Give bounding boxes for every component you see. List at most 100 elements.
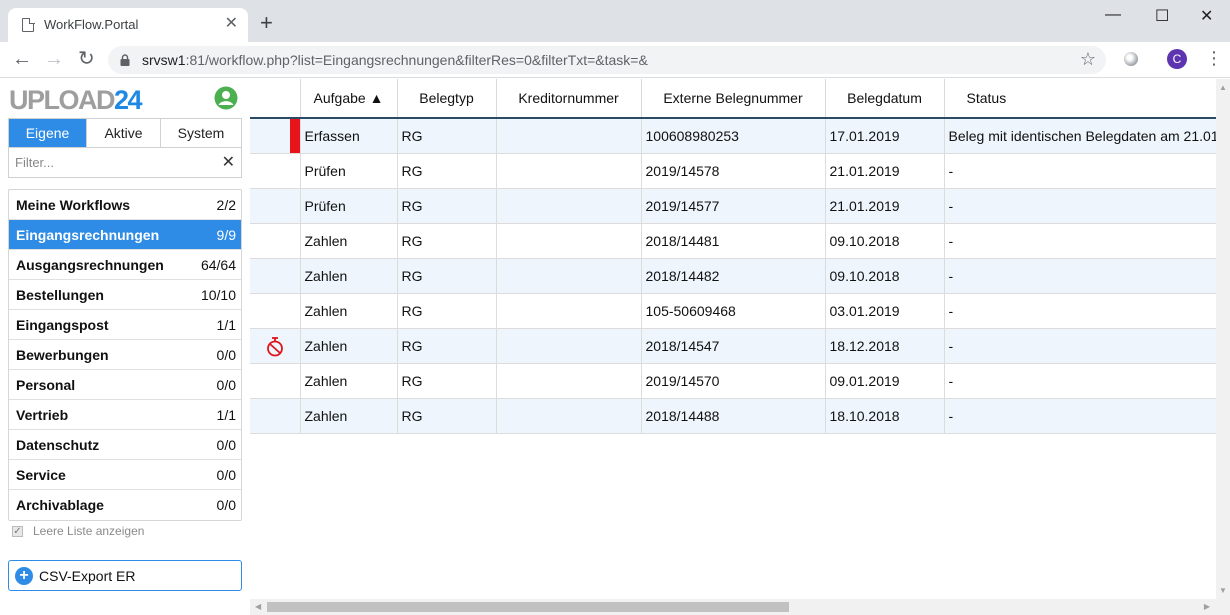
tab-aktive[interactable]: Aktive: [87, 119, 161, 147]
workflow-item-archivablage[interactable]: Archivablage 0/0: [9, 490, 241, 520]
cell-creditor: [496, 223, 642, 259]
table-row[interactable]: Zahlen RG 2018/14482 09.10.2018 -: [250, 258, 1216, 294]
row-marker: [250, 118, 301, 154]
workflow-item-datenschutz[interactable]: Datenschutz 0/0: [9, 430, 241, 460]
cell-type: RG: [397, 363, 497, 399]
cell-ext: 2018/14547: [641, 328, 826, 364]
window-close-icon[interactable]: ✕: [1200, 6, 1213, 26]
row-marker: [250, 258, 301, 294]
cell-creditor: [496, 363, 642, 399]
stopwatch-icon: [267, 336, 283, 356]
scroll-up-icon[interactable]: ▲: [1219, 83, 1227, 92]
table-row[interactable]: Zahlen RG 2019/14570 09.01.2019 -: [250, 363, 1216, 399]
cell-status: -: [944, 293, 1216, 329]
url-text: srvsw1:81/workflow.php?list=Eingangsrech…: [142, 52, 648, 68]
cell-creditor: [496, 398, 642, 434]
browser-tab[interactable]: WorkFlow.Portal ✕: [8, 8, 248, 42]
cell-task: Prüfen: [300, 188, 398, 224]
workflow-item-meine-workflows[interactable]: Meine Workflows 2/2: [9, 190, 241, 220]
browser-toolbar: ← → ↻ srvsw1:81/workflow.php?list=Eingan…: [0, 42, 1230, 78]
forward-icon[interactable]: →: [44, 48, 64, 70]
header-status[interactable]: Status: [944, 79, 1216, 119]
browser-menu-icon[interactable]: ⋮: [1205, 47, 1223, 69]
cell-ext: 100608980253: [641, 118, 826, 154]
empty-list-checkbox[interactable]: ✓: [12, 525, 23, 537]
bookmark-star-icon[interactable]: ☆: [1080, 49, 1096, 70]
workflow-item-eingangsrechnungen[interactable]: Eingangsrechnungen 9/9: [9, 220, 241, 250]
table-row[interactable]: Zahlen RG 2018/14481 09.10.2018 -: [250, 223, 1216, 259]
extension-icon[interactable]: [1124, 52, 1138, 66]
app: UPLOAD24 Eigene Aktive System ✕ Meine Wo…: [0, 79, 1230, 615]
new-tab-icon[interactable]: +: [260, 12, 273, 34]
header-belegtyp[interactable]: Belegtyp: [397, 79, 497, 119]
document-table-container: Aufgabe ▲ Belegtyp Kreditornummer Extern…: [250, 79, 1216, 599]
clear-filter-icon[interactable]: ✕: [222, 152, 235, 172]
workflow-item-ausgangsrechnungen[interactable]: Ausgangsrechnungen 64/64: [9, 250, 241, 280]
cell-date: 18.12.2018: [825, 328, 945, 364]
profile-avatar[interactable]: C: [1167, 49, 1187, 69]
table-row[interactable]: Prüfen RG 2019/14577 21.01.2019 -: [250, 188, 1216, 224]
workflow-item-personal[interactable]: Personal 0/0: [9, 370, 241, 400]
header-kreditornummer[interactable]: Kreditornummer: [496, 79, 642, 119]
cell-type: RG: [397, 328, 497, 364]
horizontal-scrollbar[interactable]: ◀ ▶: [250, 599, 1230, 615]
workflow-item-service[interactable]: Service 0/0: [9, 460, 241, 490]
table-row[interactable]: Zahlen RG 2018/14488 18.10.2018 -: [250, 398, 1216, 434]
cell-ext: 2018/14482: [641, 258, 826, 294]
table-row[interactable]: Prüfen RG 2019/14578 21.01.2019 -: [250, 153, 1216, 189]
scroll-down-icon[interactable]: ▼: [1219, 586, 1227, 595]
cell-task: Zahlen: [300, 223, 398, 259]
workflow-item-vertrieb[interactable]: Vertrieb 1/1: [9, 400, 241, 430]
scroll-right-icon[interactable]: ▶: [1204, 602, 1210, 611]
cell-date: 09.10.2018: [825, 223, 945, 259]
cell-date: 18.10.2018: [825, 398, 945, 434]
cell-ext: 2018/14481: [641, 223, 826, 259]
table-row[interactable]: Erfassen RG 100608980253 17.01.2019 Bele…: [250, 118, 1216, 154]
table-row[interactable]: Zahlen RG 2018/14547 18.12.2018 -: [250, 328, 1216, 364]
tab-close-icon[interactable]: ✕: [225, 15, 238, 33]
back-icon[interactable]: ←: [12, 48, 32, 70]
row-marker: [250, 398, 301, 434]
empty-list-checkbox-row[interactable]: ✓ Leere Liste anzeigen: [12, 524, 144, 538]
cell-ext: 105-50609468: [641, 293, 826, 329]
workflow-item-bewerbungen[interactable]: Bewerbungen 0/0: [9, 340, 241, 370]
workflow-item-eingangspost[interactable]: Eingangspost 1/1: [9, 310, 241, 340]
cell-date: 21.01.2019: [825, 188, 945, 224]
cell-ext: 2019/14577: [641, 188, 826, 224]
workflow-item-bestellungen[interactable]: Bestellungen 10/10: [9, 280, 241, 310]
address-bar[interactable]: srvsw1:81/workflow.php?list=Eingangsrech…: [108, 46, 1106, 74]
cell-creditor: [496, 153, 642, 189]
cell-creditor: [496, 293, 642, 329]
table-row[interactable]: Zahlen RG 105-50609468 03.01.2019 -: [250, 293, 1216, 329]
table-header-row: Aufgabe ▲ Belegtyp Kreditornummer Extern…: [250, 79, 1216, 119]
cell-ext: 2019/14570: [641, 363, 826, 399]
user-icon[interactable]: [214, 86, 238, 110]
tab-system[interactable]: System: [161, 119, 241, 147]
scroll-left-icon[interactable]: ◀: [255, 602, 261, 611]
scope-segmented-control: Eigene Aktive System: [8, 118, 242, 148]
empty-list-label: Leere Liste anzeigen: [33, 524, 145, 538]
maximize-icon[interactable]: ☐: [1155, 6, 1169, 26]
header-aufgabe[interactable]: Aufgabe ▲: [300, 79, 398, 119]
csv-export-button[interactable]: + CSV-Export ER: [8, 560, 242, 591]
filter-input[interactable]: [9, 148, 209, 176]
header-externe-belegnummer[interactable]: Externe Belegnummer: [641, 79, 826, 119]
cell-date: 09.10.2018: [825, 258, 945, 294]
vertical-scrollbar[interactable]: ▲ ▼: [1216, 79, 1230, 599]
cell-creditor: [496, 118, 642, 154]
tab-eigene[interactable]: Eigene: [9, 119, 87, 147]
workflow-list: Meine Workflows 2/2 Eingangsrechnungen 9/9…: [8, 189, 242, 521]
cell-status: -: [944, 153, 1216, 189]
header-marker: [250, 79, 301, 119]
cell-task: Zahlen: [300, 363, 398, 399]
reload-icon[interactable]: ↻: [78, 48, 95, 70]
cell-task: Prüfen: [300, 153, 398, 189]
cell-type: RG: [397, 223, 497, 259]
minimize-icon[interactable]: —: [1105, 6, 1121, 24]
cell-type: RG: [397, 188, 497, 224]
header-belegdatum[interactable]: Belegdatum: [825, 79, 945, 119]
filter-box: ✕: [8, 148, 242, 178]
cell-status: -: [944, 398, 1216, 434]
row-marker: [250, 153, 301, 189]
horizontal-scroll-thumb[interactable]: [267, 602, 789, 612]
